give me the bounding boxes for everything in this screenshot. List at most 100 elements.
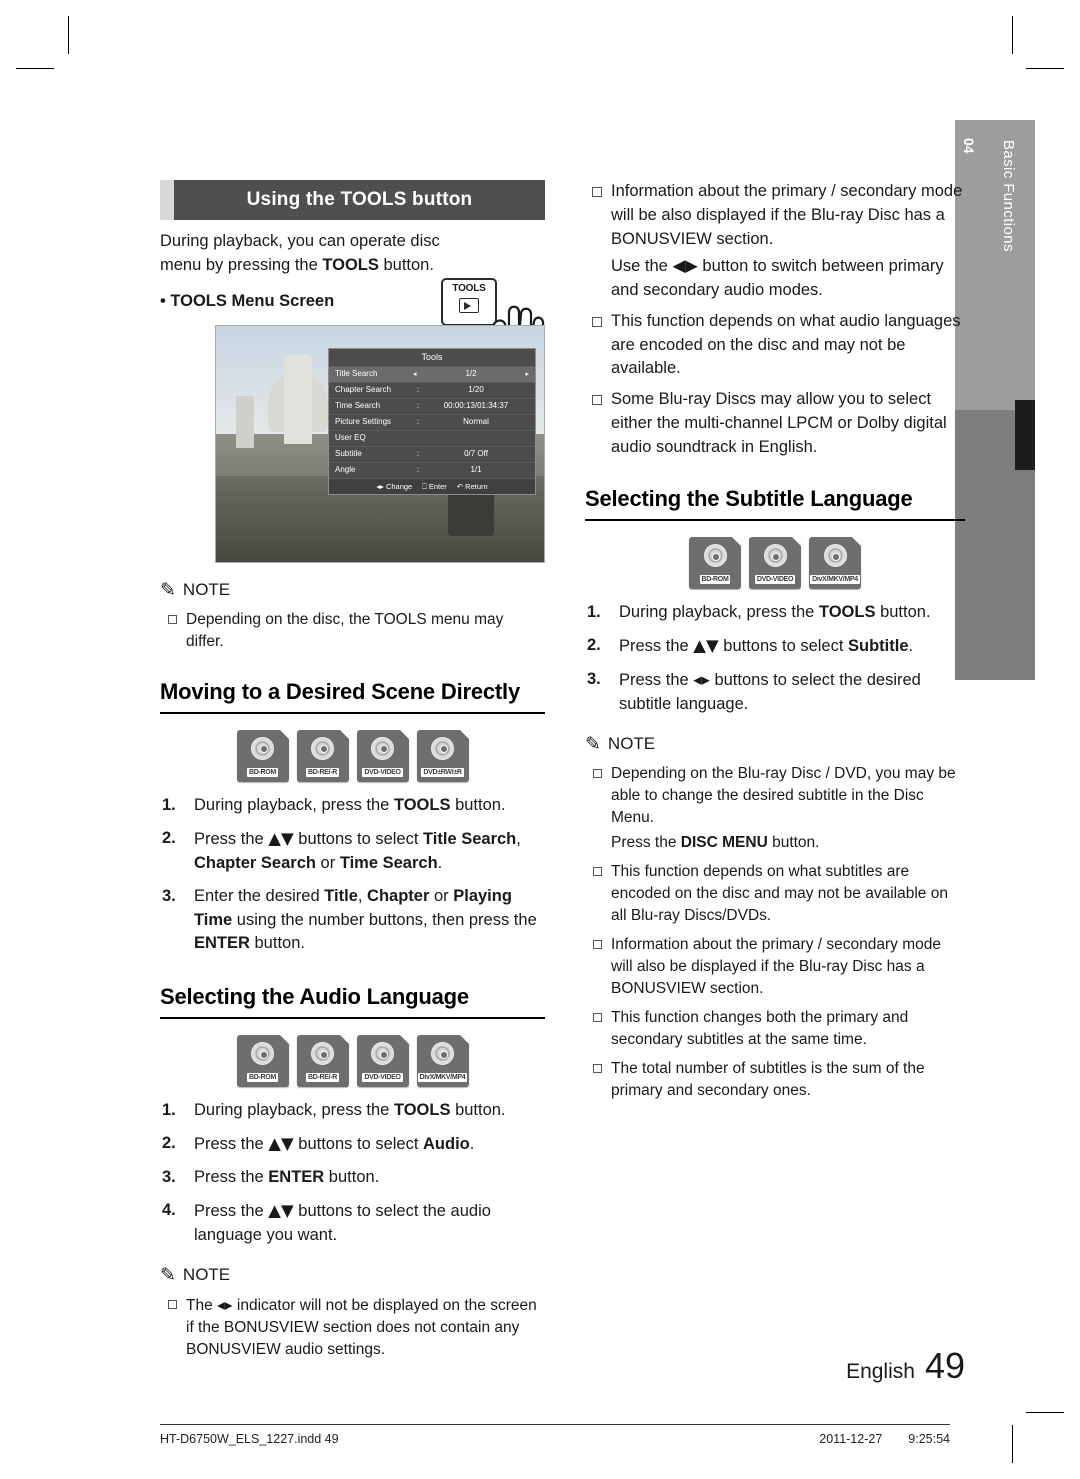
disc-icons-scene: BD-ROM BD-RE/-R DVD-VIDEO DVD±RW/±R: [160, 729, 545, 782]
note-item: This function changes both the primary a…: [585, 1007, 965, 1051]
note-pencil-icon: ✎: [160, 1263, 176, 1286]
steps-list-subtitle: 1. During playback, press the TOOLS butto…: [585, 601, 965, 717]
osd-row-picture-settings[interactable]: Picture Settings : Normal: [329, 413, 535, 430]
footer-time: 9:25:54: [908, 1432, 950, 1446]
osd-row-colon: :: [416, 385, 420, 395]
step-item: 3. Press the ◂▸ buttons to select the des…: [587, 669, 921, 713]
chapter-title: Basic Functions: [1000, 140, 1017, 252]
disc-glyph: [431, 736, 454, 760]
right-column: Information about the primary / secondar…: [585, 180, 965, 1109]
step-item: 3. Enter the desired Title, Chapter or Pl…: [162, 886, 537, 953]
top-note-item: This function depends on what audio lang…: [585, 310, 965, 382]
osd-row-title-search[interactable]: Title Search ◂ 1/2 ▸: [329, 365, 535, 382]
side-tab-black-marker: [1015, 400, 1035, 470]
note-block-subtitle: ✎ NOTE Depending on the Blu-ray Disc / D…: [585, 733, 965, 1102]
return-icon: ↶: [456, 481, 464, 491]
osd-row-subtitle[interactable]: Subtitle : 0/7 Off: [329, 445, 535, 462]
step-number: 3.: [162, 886, 176, 905]
note-pencil-icon: ✎: [160, 578, 176, 601]
step-item: 4. Press the ▲▼ buttons to select the aud…: [162, 1201, 491, 1245]
step-number: 1.: [162, 795, 176, 814]
osd-row-value: 1/1: [470, 465, 482, 475]
note-list: Depending on the disc, the TOOLS menu ma…: [160, 609, 545, 653]
chapter-side-tab: 04 Basic Functions: [955, 120, 1035, 680]
screenshot-tower: [284, 353, 312, 444]
disc-icon-dvd-video: DVD-VIDEO: [749, 537, 801, 590]
heading-rule: [585, 519, 965, 522]
osd-row-label: Time Search: [335, 401, 381, 411]
step-item: 3. Press the ENTER button.: [160, 1166, 545, 1190]
osd-footer-change: ◂▸ Change: [376, 481, 413, 491]
left-column: Using the TOOLS button During playback, …: [160, 180, 545, 1368]
step-item: 2. Press the ▲▼ buttons to select Subtitl…: [585, 634, 965, 659]
section-subtitle-language: Selecting the Subtitle Language BD-ROM D…: [585, 486, 965, 1102]
note-item: Information about the primary / secondar…: [585, 934, 965, 1000]
disc-glyph: [251, 1042, 274, 1066]
section-audio-language: Selecting the Audio Language BD-ROM BD-R…: [160, 984, 545, 1361]
screenshot-minaret: [236, 395, 254, 448]
disc-icons-subtitle: BD-ROM DVD-VIDEO DivX/MKV/MP4: [585, 537, 965, 590]
change-arrows-icon: ◂▸: [376, 481, 384, 491]
enter-icon: ⎕: [422, 481, 427, 491]
tools-key-label: TOOLS: [452, 283, 486, 294]
osd-row-label: Chapter Search: [335, 385, 392, 395]
osd-row-colon: :: [416, 417, 420, 427]
step-number: 2.: [162, 1134, 176, 1153]
osd-footer-enter: ⎕ Enter: [422, 481, 447, 491]
step-number: 4.: [162, 1201, 176, 1220]
section-moving-scene: Moving to a Desired Scene Directly BD-RO…: [160, 679, 545, 957]
footer-date: 2011-12-27: [819, 1432, 883, 1446]
top-note-item: Use the ◀▶ button to switch between prim…: [611, 256, 944, 299]
top-note-item: Some Blu-ray Discs may allow you to sele…: [585, 388, 965, 460]
note-item: Depending on the Blu-ray Disc / DVD, you…: [585, 763, 965, 829]
osd-row-angle[interactable]: Angle : 1/1: [329, 461, 535, 478]
osd-row-label: Subtitle: [335, 449, 362, 459]
heading-rule: [160, 711, 545, 714]
manual-page: 04 Basic Functions Using the TOOLS butto…: [0, 0, 1080, 1479]
disc-glyph: [251, 736, 274, 760]
disc-icon-bd-re-r: BD-RE/-R: [296, 1035, 349, 1088]
tools-banner: Using the TOOLS button: [160, 180, 545, 220]
osd-row-colon: :: [416, 401, 420, 411]
step-number: 2.: [162, 828, 176, 847]
note-item: Press the DISC MENU button.: [611, 833, 820, 851]
crop-mark-bottom-right: [1012, 1425, 1013, 1463]
step-number: 1.: [162, 1101, 176, 1120]
osd-row-chapter-search[interactable]: Chapter Search : 1/20: [329, 381, 535, 398]
note-title: ✎ NOTE: [585, 732, 656, 755]
step-number: 2.: [587, 636, 601, 655]
disc-icon-divx-mkv-mp4: DivX/MKV/MP4: [809, 537, 861, 590]
disc-icon-dvd-rw-r: DVD±RW/±R: [416, 729, 469, 782]
osd-row-colon: :: [416, 449, 420, 459]
steps-list-scene: 1. During playback, press the TOOLS butto…: [160, 794, 545, 957]
note-title: ✎ NOTE: [160, 1263, 231, 1286]
crop-mark-top-left: [68, 16, 69, 54]
disc-glyph: [703, 544, 727, 568]
disc-icon-bd-rom: BD-ROM: [689, 537, 741, 590]
crop-mark-top-right-h: [1026, 68, 1064, 69]
osd-right-arrow-icon: ▸: [525, 369, 529, 378]
osd-row-user-eq[interactable]: User EQ: [329, 429, 535, 446]
tools-key-icon: [459, 298, 479, 313]
step-item: 1. During playback, press the TOOLS butto…: [160, 794, 545, 818]
note-title: ✎ NOTE: [160, 578, 231, 601]
heading-rule: [160, 1017, 545, 1020]
osd-row-colon: :: [416, 465, 420, 475]
disc-glyph: [371, 1042, 394, 1066]
page-number: 49: [924, 1345, 965, 1386]
step-item: 2. Press the ▲▼ buttons to select Audio.: [160, 1132, 545, 1157]
disc-icon-dvd-video: DVD-VIDEO: [356, 729, 409, 782]
crop-mark-top-left-h: [16, 68, 54, 69]
page-footer: English 49: [0, 1345, 1080, 1387]
note-list: Depending on the Blu-ray Disc / DVD, you…: [585, 763, 965, 1102]
top-note-item: Information about the primary / secondar…: [585, 180, 965, 252]
osd-row-time-search[interactable]: Time Search : 00:00:13/01:34:37: [329, 397, 535, 414]
disc-glyph: [763, 544, 787, 568]
osd-row-value: 1/2: [465, 369, 477, 379]
step-item: 1. During playback, press the TOOLS butto…: [160, 1099, 545, 1123]
crop-mark-top-right: [1012, 16, 1013, 54]
disc-glyph: [431, 1042, 454, 1066]
disc-icon-bd-rom: BD-ROM: [236, 729, 289, 782]
disc-glyph: [311, 1042, 334, 1066]
osd-row-value: 00:00:13/01:34:37: [443, 401, 509, 411]
